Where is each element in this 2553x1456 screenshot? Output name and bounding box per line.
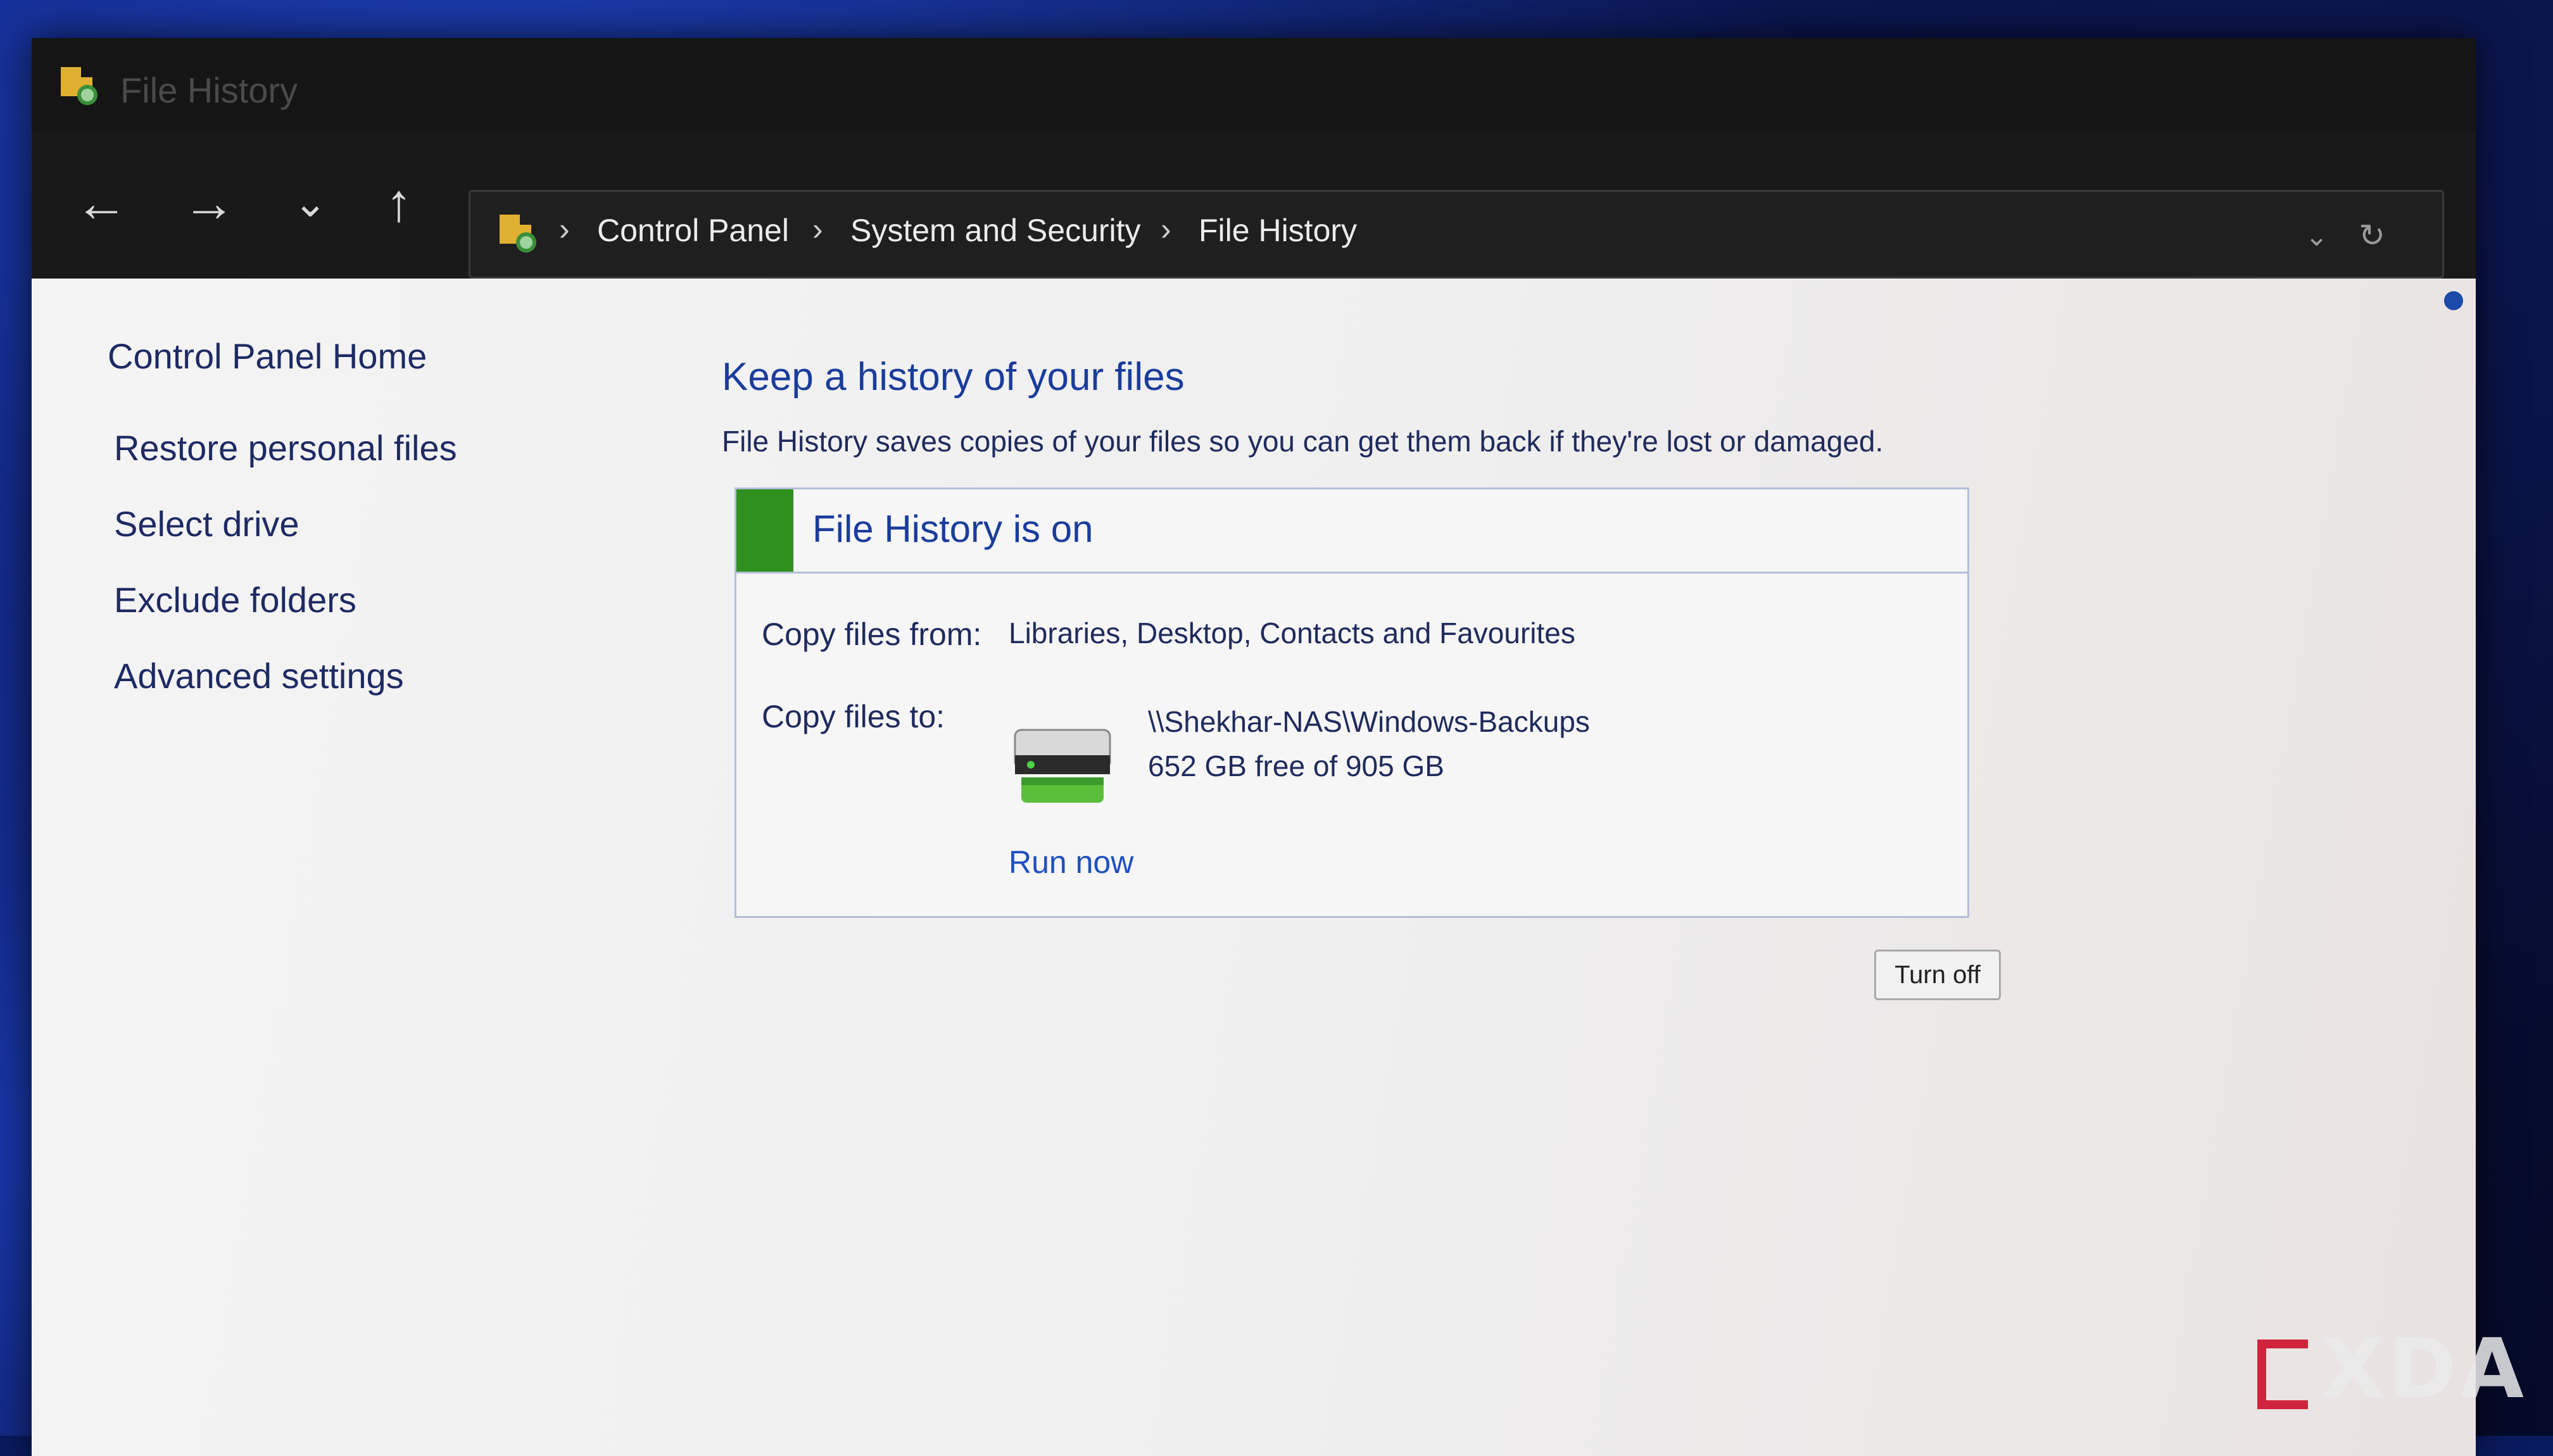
- turn-off-button[interactable]: Turn off: [1874, 950, 2001, 1000]
- breadcrumb-separator-icon: ›: [1161, 211, 1171, 248]
- file-history-icon: [57, 63, 101, 108]
- status-header: File History is on: [736, 489, 1967, 574]
- copy-from-label: Copy files from:: [762, 616, 981, 653]
- drive-free-space: 652 GB free of 905 GB: [1148, 749, 1444, 783]
- left-pane: Control Panel Home Restore personal file…: [108, 336, 678, 731]
- forward-button[interactable]: →: [171, 165, 247, 241]
- copy-from-value: Libraries, Desktop, Contacts and Favouri…: [1009, 616, 1575, 650]
- up-button[interactable]: ↑: [361, 165, 437, 241]
- watermark-text: XDA: [2321, 1321, 2528, 1417]
- run-now-link[interactable]: Run now: [1009, 844, 1133, 881]
- navigation-bar: ← → ⌄ ↑ › Control Panel › System and Sec…: [32, 133, 2476, 279]
- status-title: File History is on: [812, 507, 1093, 551]
- back-button[interactable]: ←: [63, 165, 139, 241]
- up-arrow-icon: ↑: [386, 173, 412, 232]
- network-drive-icon: [1009, 717, 1116, 812]
- select-drive-link[interactable]: Select drive: [114, 503, 678, 544]
- restore-personal-files-link[interactable]: Restore personal files: [114, 427, 678, 468]
- back-arrow-icon: ←: [75, 173, 128, 232]
- recent-locations-button[interactable]: ⌄: [272, 165, 348, 241]
- control-panel-home-link[interactable]: Control Panel Home: [108, 336, 678, 377]
- scrollbar-indicator[interactable]: [2444, 291, 2463, 310]
- page-description: File History saves copies of your files …: [722, 424, 1883, 458]
- page-title: Keep a history of your files: [722, 355, 1185, 399]
- breadcrumb-system-and-security[interactable]: System and Security: [850, 212, 1141, 249]
- xda-bracket-icon: [2257, 1340, 2308, 1409]
- breadcrumb-separator-icon: ›: [559, 211, 570, 248]
- title-bar: File History: [32, 38, 2476, 133]
- content-area: Control Panel Home Restore personal file…: [32, 279, 2476, 1456]
- forward-arrow-icon: →: [182, 173, 236, 232]
- file-history-status-panel: File History is on Copy files from: Libr…: [734, 487, 1969, 918]
- control-panel-icon: [496, 211, 540, 255]
- breadcrumb-control-panel[interactable]: Control Panel: [597, 212, 789, 249]
- file-history-window: File History ← → ⌄ ↑ › Control Panel › S…: [32, 38, 2476, 1456]
- breadcrumb-separator-icon: ›: [812, 211, 823, 248]
- address-bar[interactable]: › Control Panel › System and Security › …: [469, 190, 2444, 279]
- refresh-icon[interactable]: ↻: [2359, 217, 2385, 254]
- breadcrumb-file-history[interactable]: File History: [1199, 212, 1357, 249]
- chevron-down-icon: ⌄: [293, 180, 327, 225]
- status-color-bar: [736, 489, 793, 572]
- window-title: File History: [120, 70, 298, 111]
- address-dropdown-icon[interactable]: ⌄: [2305, 220, 2328, 253]
- xda-watermark-logo: XDA: [2257, 1321, 2528, 1417]
- advanced-settings-link[interactable]: Advanced settings: [114, 655, 678, 696]
- exclude-folders-link[interactable]: Exclude folders: [114, 579, 678, 620]
- copy-to-label: Copy files to:: [762, 698, 945, 735]
- drive-path: \\Shekhar-NAS\Windows-Backups: [1148, 705, 1590, 739]
